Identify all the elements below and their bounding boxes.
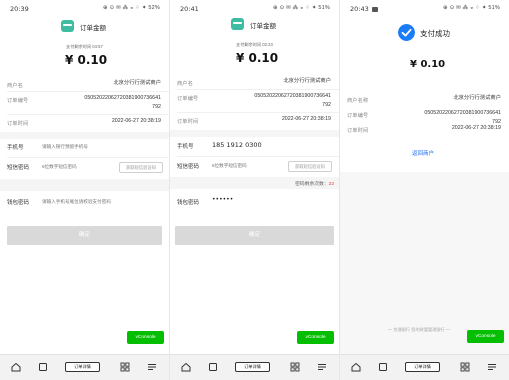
home-icon[interactable] xyxy=(181,362,191,372)
pay-time-remaining: 支付剩余时间 02:23 xyxy=(236,42,273,47)
section-gap xyxy=(0,132,169,139)
order-no-line2: 792 xyxy=(152,104,161,110)
wallet-password-input[interactable] xyxy=(42,197,162,206)
square-icon[interactable] xyxy=(38,362,48,372)
section-gap xyxy=(170,130,339,137)
phone-input[interactable] xyxy=(42,142,152,151)
status-bar: 20:41 ⊕ ⊙ ✉ ⁂ ◒ ⁘ ✦ 51% xyxy=(170,0,339,17)
home-icon[interactable] xyxy=(11,362,21,372)
divider xyxy=(7,91,169,92)
retry-label: 密码剩余次数： xyxy=(295,182,329,187)
wallet-password-label: 钱包密码 xyxy=(7,200,30,206)
wallet-icon xyxy=(231,18,244,30)
divider xyxy=(177,112,339,113)
notification-icon xyxy=(371,7,378,12)
merchant-value: 北京分行行测试商户 xyxy=(113,80,161,86)
order-time-label: 订单时间 xyxy=(7,121,29,127)
order-details-pill[interactable]: 订单详情 xyxy=(65,362,100,372)
confirm-button[interactable]: 确定 xyxy=(175,226,334,245)
order-details-pill[interactable]: 订单详情 xyxy=(405,362,440,372)
divider xyxy=(177,156,339,157)
payment-screen-filled: 20:41 ⊕ ⊙ ✉ ⁂ ◒ ⁘ ✦ 51% 订单金额 支付剩余时间 02:2… xyxy=(170,0,339,380)
order-no-line1: 05052022062720381900736641 xyxy=(424,110,501,116)
order-no-label: 订单编号 xyxy=(7,98,29,104)
order-no-line2: 792 xyxy=(322,102,331,108)
menu-icon[interactable] xyxy=(317,362,327,372)
grid-icon[interactable] xyxy=(120,362,130,372)
bottom-nav: 订单详情 xyxy=(340,354,509,380)
pay-time-remaining: 支付剩余时间 04:57 xyxy=(66,44,103,49)
merchant-label: 商户名称 xyxy=(347,98,369,104)
order-no-label: 订单编号 xyxy=(177,96,199,102)
sms-code-input[interactable] xyxy=(42,162,112,171)
order-no-line1: 05052022062720381900736641 xyxy=(84,95,161,101)
status-icons: ⊕ ⊙ ✉ ⁂ ◒ ⁘ ✦ 51% xyxy=(443,5,500,11)
square-icon[interactable] xyxy=(208,362,218,372)
divider xyxy=(7,157,169,158)
bottom-nav: 订单详情 xyxy=(0,354,169,380)
status-icons: ⊕ ⊙ ✉ ⁂ ◒ ⁘ ✦ 51% xyxy=(273,5,330,11)
order-no-value: 05052022062720381900736641 792 xyxy=(84,94,161,112)
merchant-value: 北京分行行测试商户 xyxy=(453,95,501,101)
grid-icon[interactable] xyxy=(290,362,300,372)
order-no-line1: 05052022062720381900736641 xyxy=(254,93,331,99)
password-retry-count: 密码剩余次数：22 xyxy=(295,180,334,187)
payment-success-screen: 20:43 ⊕ ⊙ ✉ ⁂ ◒ ⁘ ✦ 51% 支付成功 ¥ 0.10 商户名称… xyxy=(340,0,509,380)
success-title: 支付成功 xyxy=(420,29,450,38)
section-gap xyxy=(0,179,169,191)
order-time-label: 订单时间 xyxy=(177,119,199,125)
phone-label: 手机号 xyxy=(177,144,194,150)
bank-footer-note: 一 交通银行 您的财富管理银行 一 xyxy=(388,327,451,332)
order-time-value: 2022-06-27 20:38:19 xyxy=(451,125,501,131)
home-icon[interactable] xyxy=(351,362,361,372)
sms-code-input[interactable] xyxy=(212,161,282,170)
vconsole-button[interactable]: vConsole xyxy=(297,331,334,344)
sms-label: 短信密码 xyxy=(177,164,200,170)
header-title: 订单金额 xyxy=(250,23,276,30)
wallet-icon xyxy=(61,20,74,32)
bottom-nav: 订单详情 xyxy=(170,354,339,380)
divider xyxy=(7,114,169,115)
payment-screen-empty: 20:39 ⊕ ⊙ ✉ ⁂ ◒ ⁘ ✦ 52% 订单金额 支付剩余时间 04:5… xyxy=(0,0,169,380)
menu-icon[interactable] xyxy=(487,362,497,372)
merchant-label: 商户名 xyxy=(177,81,193,87)
merchant-label: 商户名 xyxy=(7,83,23,89)
confirm-button[interactable]: 确定 xyxy=(7,226,162,245)
order-no-value: 05052022062720381900736641 792 xyxy=(254,92,331,110)
divider xyxy=(177,89,339,90)
status-bar: 20:43 ⊕ ⊙ ✉ ⁂ ◒ ⁘ ✦ 51% xyxy=(340,0,509,17)
status-time: 20:41 xyxy=(180,5,199,13)
grid-icon[interactable] xyxy=(460,362,470,372)
order-details-pill[interactable]: 订单详情 xyxy=(235,362,270,372)
amount: ¥ 0.10 xyxy=(65,53,108,67)
wallet-password-label: 钱包密码 xyxy=(177,200,200,206)
return-to-merchant-link[interactable]: 返回商户 xyxy=(412,149,434,157)
get-sms-code-button[interactable]: 获取短信验证码 xyxy=(288,161,332,172)
order-no-label: 订单编号 xyxy=(347,113,369,119)
square-icon[interactable] xyxy=(378,362,388,372)
menu-icon[interactable] xyxy=(147,362,157,372)
amount: ¥ 0.10 xyxy=(236,51,279,65)
sms-label: 短信密码 xyxy=(7,165,30,171)
order-time-value: 2022-06-27 20:38:19 xyxy=(111,118,161,124)
vconsole-button[interactable]: vConsole xyxy=(467,330,504,343)
status-bar: 20:39 ⊕ ⊙ ✉ ⁂ ◒ ⁘ ✦ 52% xyxy=(0,0,169,17)
status-icons: ⊕ ⊙ ✉ ⁂ ◒ ⁘ ✦ 52% xyxy=(103,5,160,11)
wallet-password-input[interactable]: •••••• xyxy=(212,196,233,203)
phone-label: 手机号 xyxy=(7,145,24,151)
status-time: 20:43 xyxy=(350,5,378,13)
header-title: 订单金额 xyxy=(80,25,106,32)
retry-count: 22 xyxy=(328,182,334,187)
phone-input[interactable]: 185 1912 0300 xyxy=(212,141,262,149)
amount: ¥ 0.10 xyxy=(410,59,446,70)
order-time-value: 2022-06-27 20:38:19 xyxy=(281,116,331,122)
get-sms-code-button[interactable]: 获取短信验证码 xyxy=(119,162,163,173)
order-time-label: 订单时间 xyxy=(347,128,369,134)
vconsole-button[interactable]: vConsole xyxy=(127,331,164,344)
status-time: 20:39 xyxy=(10,5,29,13)
merchant-value: 北京分行行测试商户 xyxy=(283,78,331,84)
check-circle-icon xyxy=(398,24,415,41)
